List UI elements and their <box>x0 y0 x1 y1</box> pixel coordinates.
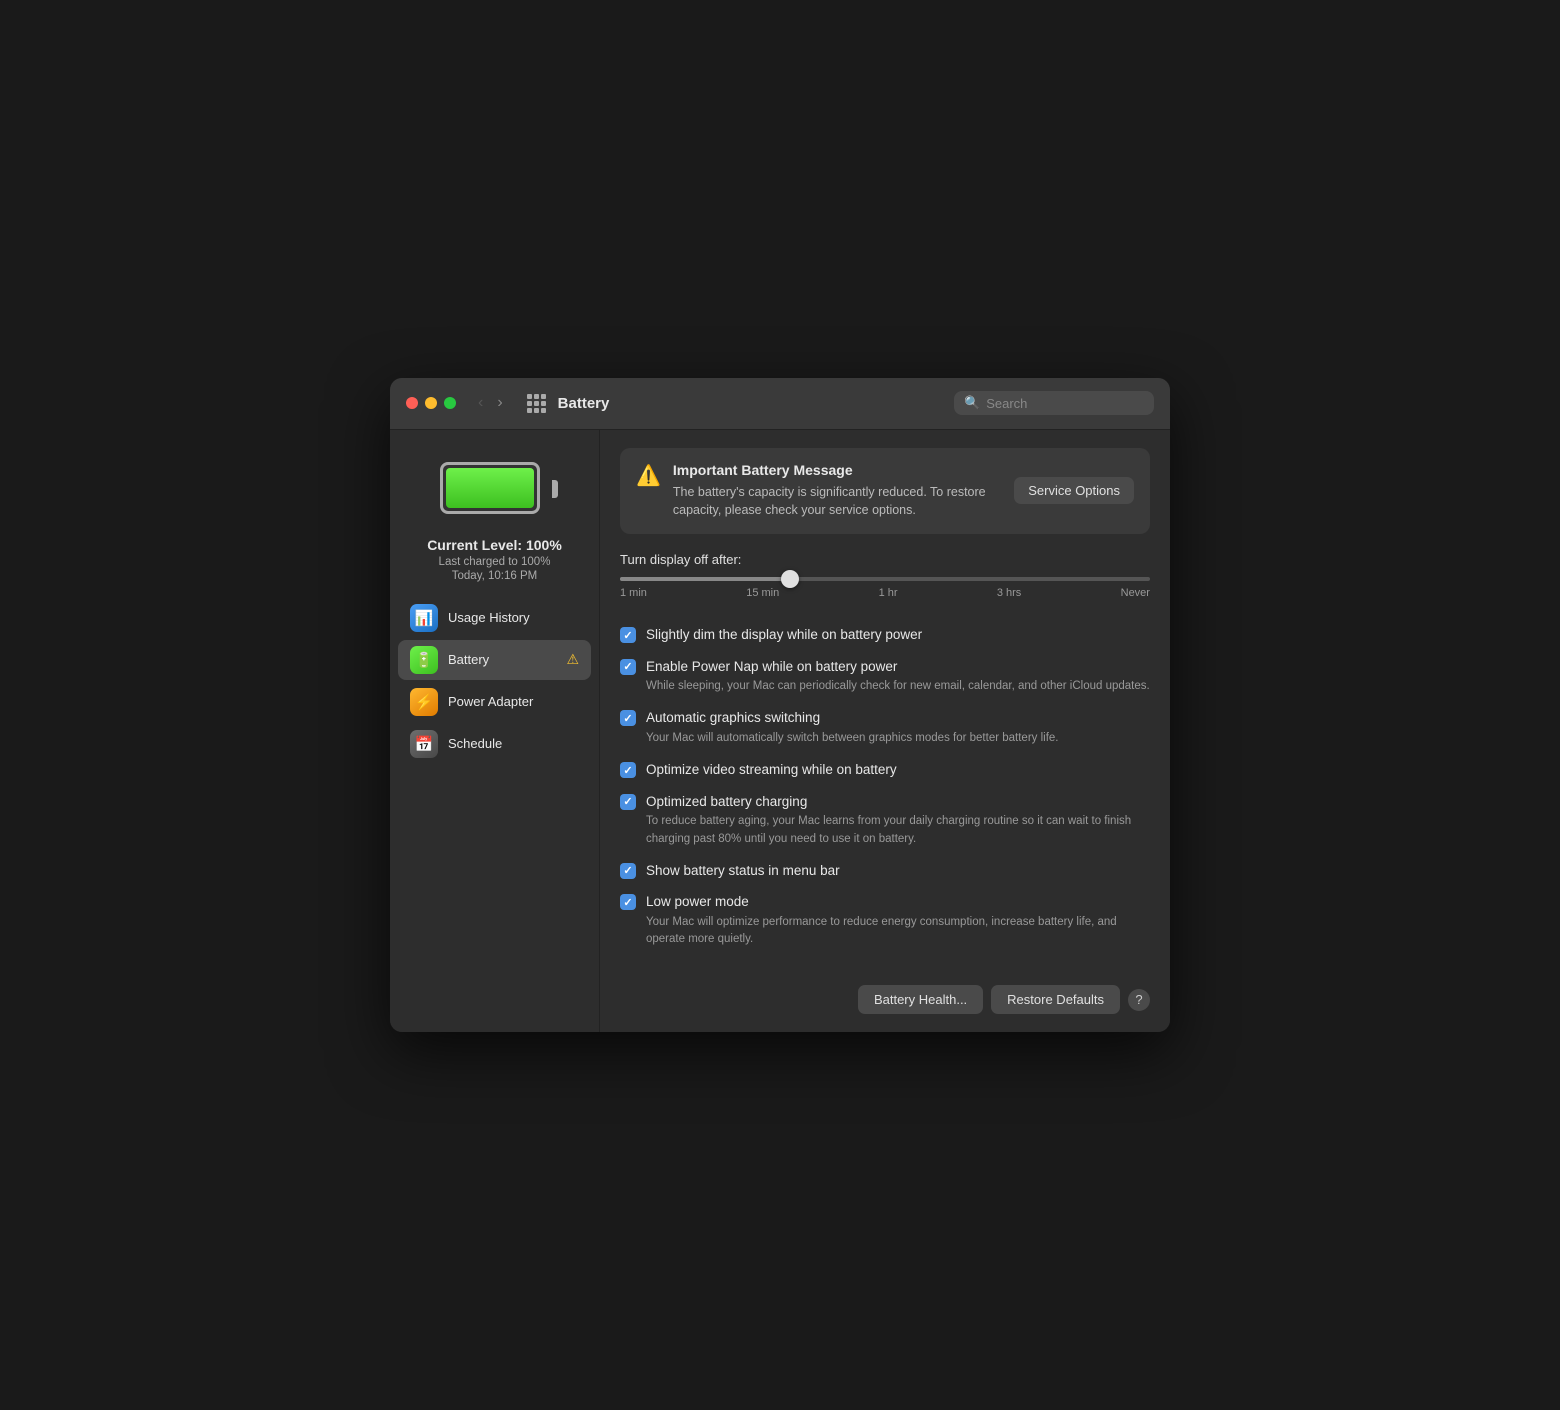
checkbox-menu-bar-status[interactable]: ✓ <box>620 863 636 879</box>
option-auto-graphics: ✓ Automatic graphics switching Your Mac … <box>620 702 1150 754</box>
battery-fill <box>446 468 534 508</box>
search-box[interactable]: 🔍 <box>954 391 1154 415</box>
option-desc-low-power-mode: Your Mac will optimize performance to re… <box>646 914 1150 949</box>
slider-label-1min: 1 min <box>620 587 647 599</box>
option-title-optimized-charging: Optimized battery charging <box>646 793 807 811</box>
slider-label-15min: 15 min <box>746 587 779 599</box>
main-content: ⚠️ Important Battery Message The battery… <box>600 430 1170 1033</box>
footer-buttons: Battery Health... Restore Defaults ? <box>620 975 1150 1014</box>
battery-time: Today, 10:16 PM <box>452 570 537 582</box>
display-slider-container: Turn display off after: 1 min 15 min 1 h… <box>620 552 1150 599</box>
sidebar-navigation: 📊 Usage History 🔋 Battery ⚠ ⚡ Power Adap… <box>390 582 599 766</box>
option-title-low-power-mode: Low power mode <box>646 893 749 911</box>
nav-buttons: ‹ › <box>474 392 507 414</box>
power-adapter-label: Power Adapter <box>448 694 533 709</box>
sidebar-item-schedule[interactable]: 📅 Schedule <box>398 724 591 764</box>
checkbox-low-power-mode[interactable]: ✓ <box>620 894 636 910</box>
battery-last-charged: Last charged to 100% <box>439 556 551 568</box>
forward-button[interactable]: › <box>493 392 506 414</box>
power-adapter-icon: ⚡ <box>410 688 438 716</box>
option-optimized-charging: ✓ Optimized battery charging To reduce b… <box>620 786 1150 855</box>
alert-text: The battery's capacity is significantly … <box>673 483 1002 521</box>
back-button[interactable]: ‹ <box>474 392 487 414</box>
checkbox-dim-display[interactable]: ✓ <box>620 627 636 643</box>
option-title-auto-graphics: Automatic graphics switching <box>646 709 820 727</box>
slider-fill <box>620 577 790 581</box>
option-title-dim-display: Slightly dim the display while on batter… <box>646 626 922 644</box>
option-title-video-streaming: Optimize video streaming while on batter… <box>646 761 897 779</box>
options-list: ✓ Slightly dim the display while on batt… <box>620 619 1150 955</box>
sidebar-item-usage-history[interactable]: 📊 Usage History <box>398 598 591 638</box>
option-desc-auto-graphics: Your Mac will automatically switch betwe… <box>646 730 1150 747</box>
titlebar: ‹ › Battery 🔍 <box>390 378 1170 430</box>
option-title-power-nap: Enable Power Nap while on battery power <box>646 658 897 676</box>
slider-thumb[interactable] <box>781 570 799 588</box>
option-power-nap: ✓ Enable Power Nap while on battery powe… <box>620 651 1150 703</box>
app-grid-icon[interactable] <box>527 394 546 413</box>
sidebar: Current Level: 100% Last charged to 100%… <box>390 430 600 1033</box>
alert-box: ⚠️ Important Battery Message The battery… <box>620 448 1150 535</box>
alert-content: Important Battery Message The battery's … <box>673 462 1002 521</box>
fullscreen-button[interactable] <box>444 397 456 409</box>
checkbox-power-nap[interactable]: ✓ <box>620 659 636 675</box>
window-title: Battery <box>558 395 942 412</box>
battery-body <box>440 462 540 514</box>
traffic-lights <box>406 397 456 409</box>
slider-label: Turn display off after: <box>620 552 1150 567</box>
battery-label: Battery <box>448 652 489 667</box>
slider-labels: 1 min 15 min 1 hr 3 hrs Never <box>620 587 1150 599</box>
option-video-streaming: ✓ Optimize video streaming while on batt… <box>620 754 1150 786</box>
battery-graphic-container <box>440 462 550 517</box>
usage-history-label: Usage History <box>448 610 530 625</box>
battery-icon: 🔋 <box>410 646 438 674</box>
slider-label-3hrs: 3 hrs <box>997 587 1021 599</box>
sidebar-item-battery[interactable]: 🔋 Battery ⚠ <box>398 640 591 680</box>
usage-history-icon: 📊 <box>410 604 438 632</box>
schedule-icon: 📅 <box>410 730 438 758</box>
slider-track[interactable] <box>620 577 1150 581</box>
option-desc-power-nap: While sleeping, your Mac can periodicall… <box>646 678 1150 695</box>
battery-graphic <box>440 462 550 517</box>
sidebar-item-power-adapter[interactable]: ⚡ Power Adapter <box>398 682 591 722</box>
close-button[interactable] <box>406 397 418 409</box>
alert-warning-icon: ⚠️ <box>636 463 661 488</box>
battery-warning-icon: ⚠ <box>566 651 579 668</box>
battery-health-button[interactable]: Battery Health... <box>858 985 983 1014</box>
restore-defaults-button[interactable]: Restore Defaults <box>991 985 1120 1014</box>
slider-label-1hr: 1 hr <box>879 587 898 599</box>
checkbox-optimized-charging[interactable]: ✓ <box>620 794 636 810</box>
schedule-label: Schedule <box>448 736 502 751</box>
option-low-power-mode: ✓ Low power mode Your Mac will optimize … <box>620 886 1150 955</box>
battery-level: Current Level: 100% <box>427 537 562 553</box>
help-button[interactable]: ? <box>1128 989 1150 1011</box>
option-title-menu-bar-status: Show battery status in menu bar <box>646 862 840 880</box>
minimize-button[interactable] <box>425 397 437 409</box>
service-options-button[interactable]: Service Options <box>1014 477 1134 504</box>
battery-tip <box>552 480 558 498</box>
window-content: Current Level: 100% Last charged to 100%… <box>390 430 1170 1033</box>
checkbox-auto-graphics[interactable]: ✓ <box>620 710 636 726</box>
option-desc-optimized-charging: To reduce battery aging, your Mac learns… <box>646 813 1150 848</box>
checkbox-video-streaming[interactable]: ✓ <box>620 762 636 778</box>
search-icon: 🔍 <box>964 395 980 411</box>
option-menu-bar-status: ✓ Show battery status in menu bar <box>620 855 1150 887</box>
alert-title: Important Battery Message <box>673 462 1002 478</box>
slider-label-never: Never <box>1121 587 1150 599</box>
option-dim-display: ✓ Slightly dim the display while on batt… <box>620 619 1150 651</box>
search-input[interactable] <box>986 396 1144 411</box>
main-window: ‹ › Battery 🔍 <box>390 378 1170 1033</box>
